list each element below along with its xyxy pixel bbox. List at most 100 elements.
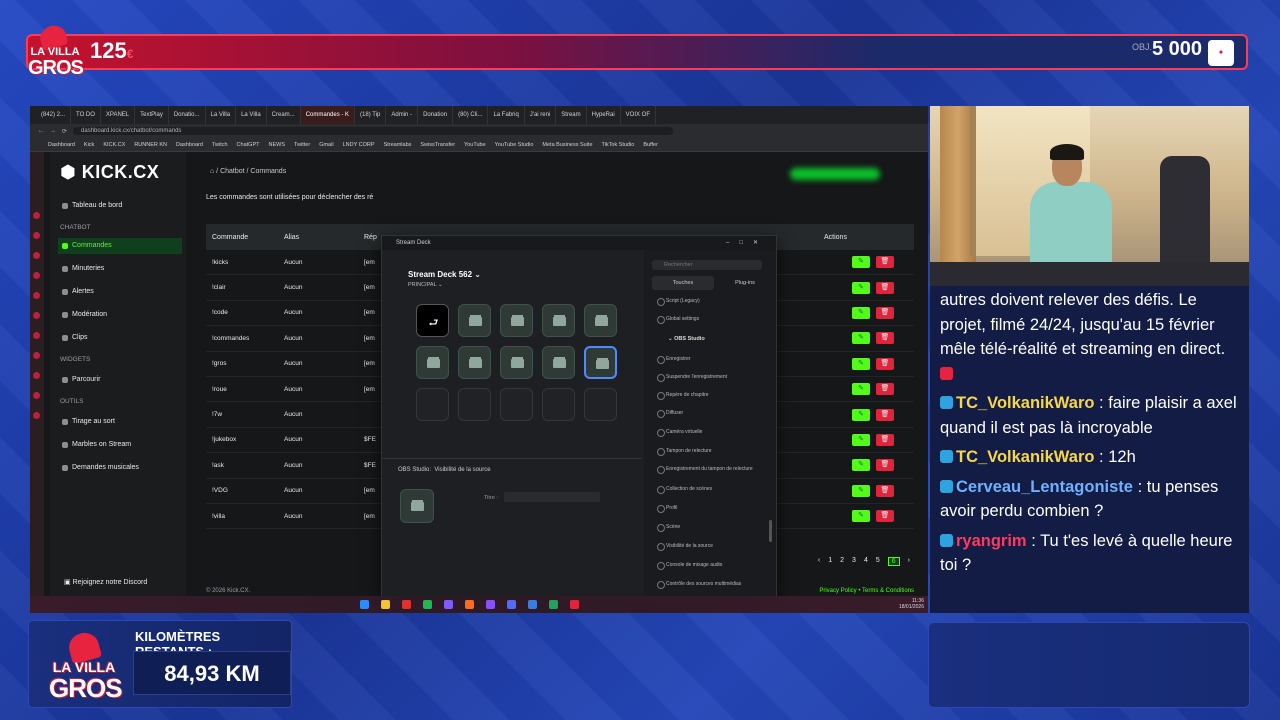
bookmark-item[interactable]: SwissTransfer [420, 142, 455, 148]
browser-tab[interactable]: HypeRai [587, 106, 621, 124]
page-2[interactable]: 2 [840, 557, 844, 566]
bookmark-item[interactable]: Streamlabs [384, 142, 412, 148]
browser-tab[interactable]: (18) Tip [355, 106, 387, 124]
browser-tab[interactable]: TO DO [71, 106, 101, 124]
streamdeck-key[interactable] [458, 346, 491, 379]
reload-icon[interactable]: ⟳ [62, 128, 67, 135]
delete-button[interactable]: 🗑 [876, 510, 894, 523]
browser-tab[interactable]: Commandes - K [300, 106, 356, 124]
action-global-settings[interactable]: Global settings [657, 316, 766, 324]
sidebar-item-demandes[interactable]: Demandes musicales [58, 460, 182, 476]
edit-button[interactable]: ✎ [852, 256, 870, 269]
streamdeck-key[interactable] [416, 388, 449, 421]
back-icon[interactable]: ← [38, 128, 44, 134]
browser-tab[interactable]: VOIX OF [621, 106, 656, 124]
bookmark-item[interactable]: KICK.CX [103, 142, 125, 148]
taskbar-app-icon[interactable] [381, 600, 390, 609]
streamdeck-key[interactable] [542, 304, 575, 337]
delete-button[interactable]: 🗑 [876, 256, 894, 269]
taskbar-app-icon[interactable] [402, 600, 411, 609]
streamdeck-key[interactable] [458, 304, 491, 337]
streamdeck-key[interactable] [542, 346, 575, 379]
streamdeck-key[interactable] [458, 388, 491, 421]
obs-action[interactable]: Console de mixage audio [657, 562, 766, 570]
edit-button[interactable]: ✎ [852, 306, 870, 319]
sidebar-item-alertes[interactable]: Alertes [58, 284, 182, 300]
discord-link[interactable]: ▣ Rejoignez notre Discord [64, 578, 147, 586]
action-search-input[interactable]: Rechercher [652, 260, 762, 270]
taskbar-app-icon[interactable] [549, 600, 558, 609]
bookmark-item[interactable]: Dashboard [176, 142, 203, 148]
taskbar-app-icon[interactable] [507, 600, 516, 609]
sidebar-item-clips[interactable]: Clips [58, 330, 182, 346]
sidebar-item-tirage[interactable]: Tirage au sort [58, 414, 182, 430]
obs-action[interactable]: Scène [657, 524, 766, 532]
edit-button[interactable]: ✎ [852, 332, 870, 345]
tab-touches[interactable]: Touches [652, 276, 714, 290]
delete-button[interactable]: 🗑 [876, 357, 894, 370]
browser-tab[interactable]: Cream... [267, 106, 301, 124]
delete-button[interactable]: 🗑 [876, 332, 894, 345]
edit-button[interactable]: ✎ [852, 510, 870, 523]
window-controls[interactable]: –□✕ [726, 236, 768, 250]
bookmark-item[interactable]: Buffer [643, 142, 658, 148]
browser-tab[interactable]: Admin - [386, 106, 419, 124]
streamdeck-key[interactable] [542, 388, 575, 421]
bookmark-item[interactable]: TikTok Studio [602, 142, 635, 148]
delete-button[interactable]: 🗑 [876, 433, 894, 446]
browser-tab[interactable]: Donatio... [169, 106, 206, 124]
footer-links[interactable]: Privacy Policy • Terms & Conditions [819, 588, 914, 594]
browser-tab[interactable]: TextPlay [135, 106, 169, 124]
delete-button[interactable]: 🗑 [876, 281, 894, 294]
taskbar-app-icon[interactable] [444, 600, 453, 609]
streamdeck-key[interactable] [500, 346, 533, 379]
obs-action[interactable]: Repère de chapitre [657, 392, 766, 400]
taskbar-app-icon[interactable] [360, 600, 369, 609]
delete-button[interactable]: 🗑 [876, 459, 894, 472]
sidebar-item-minuteries[interactable]: Minuteries [58, 261, 182, 277]
action-scrollbar[interactable] [769, 520, 772, 542]
browser-tab[interactable]: XPANEL [101, 106, 136, 124]
bookmark-item[interactable]: RUNNER KN [134, 142, 167, 148]
taskbar-app-icon[interactable] [423, 600, 432, 609]
bookmark-item[interactable]: Kick [84, 142, 94, 148]
tab-plugins[interactable]: Plug-ins [714, 276, 776, 290]
streamdeck-key[interactable] [500, 388, 533, 421]
url-field[interactable]: dashboard.kick.cx/chatbot/commands [73, 127, 674, 135]
taskbar-app-icon[interactable] [570, 600, 579, 609]
page-3[interactable]: 3 [852, 557, 856, 566]
page-5[interactable]: 5 [876, 557, 880, 566]
edit-button[interactable]: ✎ [852, 357, 870, 370]
prev-page-icon[interactable]: ‹ [818, 557, 820, 566]
browser-tab[interactable]: Stream [556, 106, 587, 124]
bookmark-item[interactable]: YouTube Studio [495, 142, 534, 148]
browser-tab[interactable]: La Villa [206, 106, 237, 124]
bookmark-item[interactable]: LNDY CORP [343, 142, 375, 148]
bookmark-item[interactable]: NEWS [268, 142, 285, 148]
group-obs-studio[interactable]: ⌄ OBS Studio [668, 336, 705, 342]
address-bar[interactable]: ← → ⟳ dashboard.kick.cx/chatbot/commands [30, 124, 928, 138]
streamdeck-key[interactable] [584, 304, 617, 337]
bookmark-item[interactable]: Gmail [319, 142, 333, 148]
delete-button[interactable]: 🗑 [876, 306, 894, 319]
obs-action[interactable]: Tampon de relecture [657, 448, 766, 456]
obs-action[interactable]: Visibilité de la source [657, 543, 766, 551]
taskbar-app-icon[interactable] [465, 600, 474, 609]
delete-button[interactable]: 🗑 [876, 484, 894, 497]
delete-button[interactable]: 🗑 [876, 408, 894, 421]
page-1[interactable]: 1 [828, 557, 832, 566]
sidebar-item-moderation[interactable]: Modération [58, 307, 182, 323]
page-6[interactable]: 6 [887, 557, 900, 566]
bookmark-item[interactable]: Dashboard [48, 142, 75, 148]
sidebar-item-parcourir[interactable]: Parcourir [58, 372, 182, 388]
obs-action[interactable]: Suspendre l'enregistrement [657, 374, 766, 382]
obs-action[interactable]: Collection de scènes [657, 486, 766, 494]
edit-button[interactable]: ✎ [852, 459, 870, 472]
taskbar-app-icon[interactable] [528, 600, 537, 609]
action-script[interactable]: Script (Legacy) [657, 298, 766, 306]
edit-button[interactable]: ✎ [852, 408, 870, 421]
browser-tab[interactable]: La Villa [236, 106, 267, 124]
obs-action[interactable]: Profil [657, 505, 766, 513]
next-page-icon[interactable]: › [908, 557, 910, 566]
obs-action[interactable]: Diffuser [657, 410, 766, 418]
